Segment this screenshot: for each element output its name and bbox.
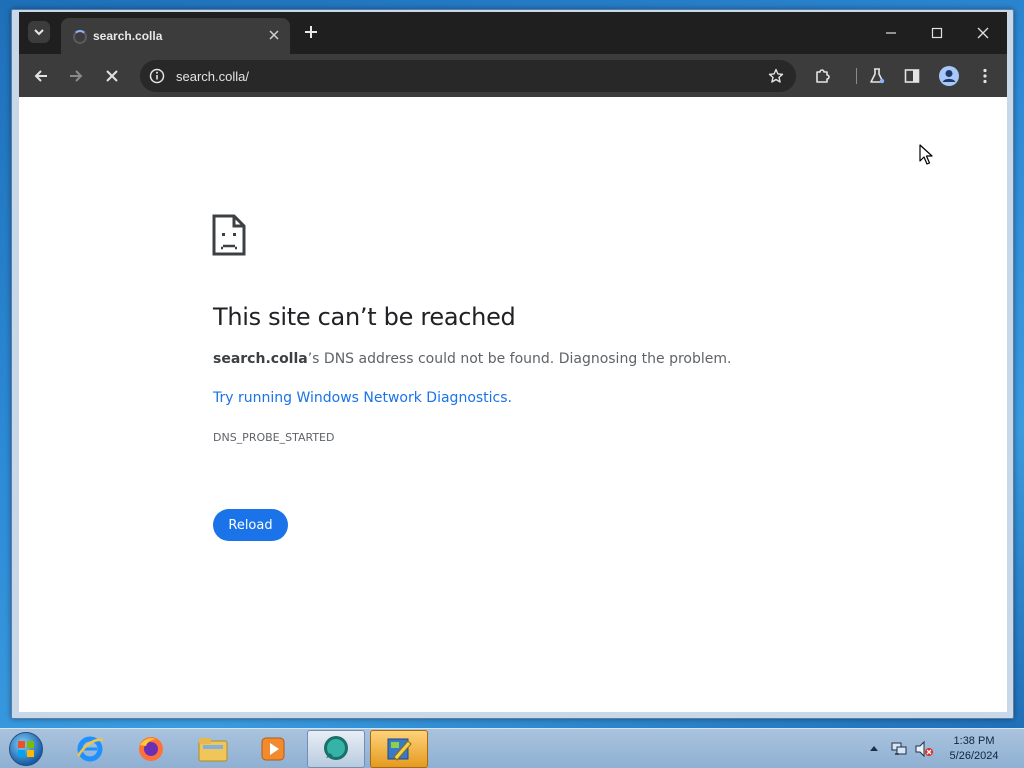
- back-button[interactable]: [28, 63, 54, 89]
- reload-button[interactable]: Reload: [213, 509, 288, 541]
- internet-explorer-icon: [76, 736, 104, 762]
- plus-icon: [305, 26, 317, 38]
- side-panel-button[interactable]: [899, 63, 925, 89]
- mouse-cursor-icon: [919, 144, 933, 165]
- error-message-text: ’s DNS address could not be found. Diagn…: [307, 351, 732, 367]
- page-content: This site can’t be reached search.colla’…: [19, 97, 1007, 712]
- forward-button[interactable]: [63, 63, 89, 89]
- close-icon: [269, 30, 279, 40]
- taskbar-internet-explorer[interactable]: [61, 730, 119, 768]
- minimize-icon: [886, 32, 896, 34]
- firefox-icon: [139, 737, 163, 761]
- network-icon[interactable]: [890, 740, 908, 758]
- volume-muted-icon[interactable]: [914, 740, 934, 758]
- extensions-button[interactable]: [810, 63, 836, 89]
- clock-date: 5/26/2024: [949, 750, 999, 762]
- labs-button[interactable]: [864, 63, 890, 89]
- arrow-right-icon: [70, 70, 83, 82]
- kebab-menu-icon: [983, 68, 987, 84]
- tab-search-button[interactable]: [28, 21, 50, 43]
- browser-toolbar: search.colla/: [19, 54, 1007, 97]
- taskbar-chat-app[interactable]: [307, 730, 365, 768]
- puzzle-icon: [816, 69, 830, 83]
- star-icon: [768, 68, 784, 83]
- start-button[interactable]: [6, 731, 46, 767]
- profile-button[interactable]: [936, 63, 962, 89]
- avatar-icon: [939, 66, 959, 86]
- close-icon: [977, 27, 989, 39]
- loading-spinner-icon: [73, 30, 87, 44]
- url-text[interactable]: search.colla/: [176, 69, 249, 84]
- paint-icon: [387, 738, 412, 761]
- menu-button[interactable]: [972, 63, 998, 89]
- minimize-button[interactable]: [878, 20, 904, 46]
- info-icon: [149, 68, 165, 84]
- maximize-button[interactable]: [924, 20, 950, 46]
- arrow-left-icon: [34, 70, 47, 82]
- error-code: DNS_PROBE_STARTED: [213, 431, 335, 444]
- bookmark-button[interactable]: [766, 66, 786, 86]
- clock-time: 1:38 PM: [953, 735, 995, 747]
- folder-icon: [198, 738, 228, 762]
- stop-loading-button[interactable]: [99, 63, 125, 89]
- error-message: search.colla’s DNS address could not be …: [213, 351, 731, 367]
- error-host: search.colla: [213, 351, 308, 367]
- windows-logo-icon: [9, 732, 43, 766]
- network-diagnostics-link[interactable]: Try running Windows Network Diagnostics.: [213, 390, 512, 406]
- site-info-button[interactable]: [148, 67, 166, 85]
- error-title: This site can’t be reached: [213, 303, 516, 331]
- taskbar-paint-app[interactable]: [370, 730, 428, 768]
- sad-page-icon: [212, 214, 246, 256]
- taskbar: 1:38 PM 5/26/2024: [0, 728, 1024, 768]
- tab-active[interactable]: search.colla: [61, 18, 290, 54]
- toolbar-separator: [856, 68, 857, 84]
- browser-window: search.colla search.colla/ This site can…: [11, 9, 1014, 719]
- new-tab-button[interactable]: [301, 22, 321, 42]
- taskbar-firefox[interactable]: [122, 730, 180, 768]
- chevron-down-icon: [34, 29, 44, 36]
- media-player-icon: [261, 737, 285, 761]
- side-panel-icon: [904, 69, 920, 83]
- show-hidden-icons-icon[interactable]: [869, 744, 879, 752]
- maximize-icon: [931, 27, 943, 39]
- title-bar: search.colla: [19, 12, 1007, 54]
- taskbar-file-explorer[interactable]: [184, 730, 242, 768]
- close-window-button[interactable]: [970, 20, 996, 46]
- taskbar-media-player[interactable]: [244, 730, 302, 768]
- chat-bubble-icon: [324, 736, 348, 760]
- tab-title: search.colla: [93, 29, 163, 43]
- clock[interactable]: 1:38 PM 5/26/2024: [938, 734, 1010, 764]
- tab-close-button[interactable]: [266, 27, 282, 43]
- close-icon: [106, 70, 118, 82]
- address-bar[interactable]: search.colla/: [140, 60, 796, 92]
- flask-icon: [870, 68, 885, 84]
